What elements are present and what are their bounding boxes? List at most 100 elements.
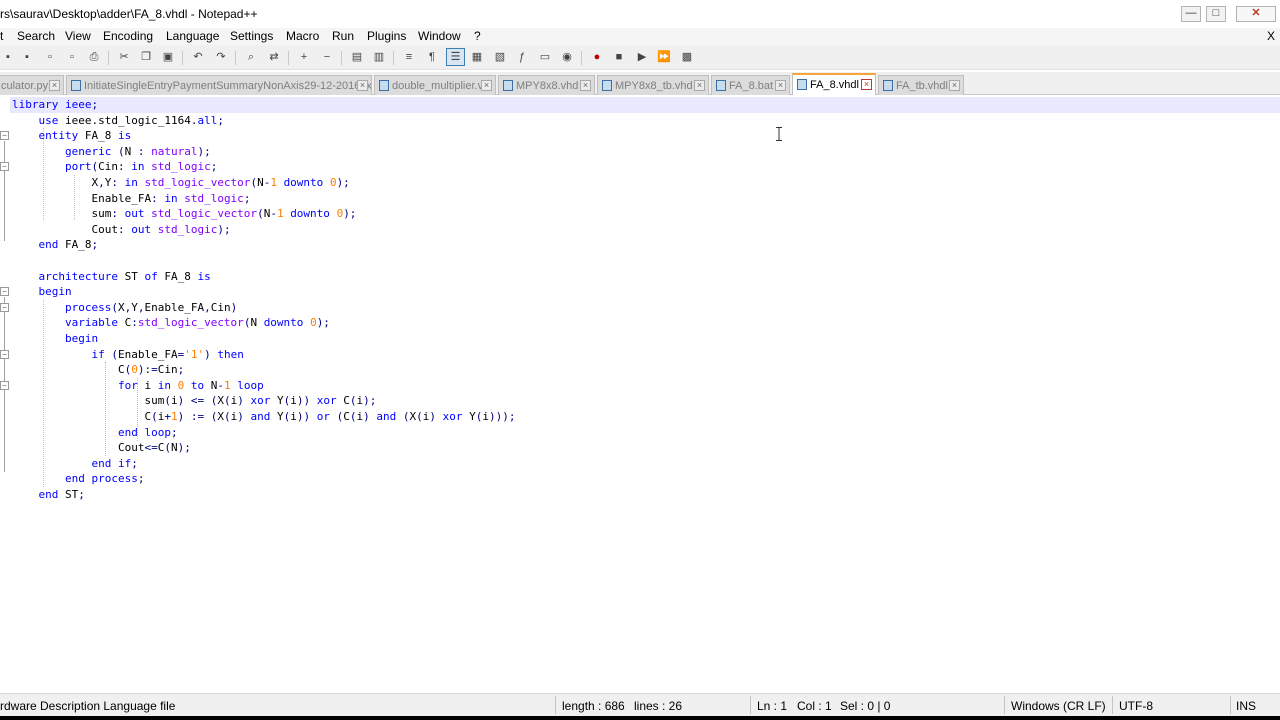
code-line[interactable]: for i in 0 to N-1 loop bbox=[12, 378, 264, 394]
zoom-out-icon[interactable]: − bbox=[319, 49, 335, 65]
code-line[interactable]: Cout: out std_logic); bbox=[12, 222, 230, 238]
minimize-button[interactable]: — bbox=[1181, 6, 1201, 22]
record-icon[interactable]: ● bbox=[589, 49, 605, 65]
code-line[interactable]: entity FA_8 is bbox=[12, 128, 132, 144]
fold-toggle-icon[interactable]: − bbox=[0, 381, 9, 390]
redo-icon[interactable]: ↷ bbox=[213, 49, 229, 65]
paste-icon[interactable]: ▣ bbox=[160, 49, 176, 65]
code-line[interactable]: end if; bbox=[12, 456, 137, 472]
status-encoding[interactable]: UTF-8 bbox=[1119, 699, 1153, 713]
code-line[interactable]: end process; bbox=[12, 471, 144, 487]
menu-search[interactable]: Search bbox=[17, 29, 55, 43]
code-line[interactable]: architecture ST of FA_8 is bbox=[12, 269, 211, 285]
code-line[interactable]: C(i+1) := (X(i) and Y(i)) or (C(i) and (… bbox=[12, 409, 515, 425]
all-chars-icon[interactable]: ¶ bbox=[424, 49, 440, 65]
tab-label: MPY8x8_tb.vhd bbox=[615, 80, 693, 92]
sync-v-icon[interactable]: ▤ bbox=[349, 49, 365, 65]
close-all-icon[interactable]: ▫ bbox=[64, 49, 80, 65]
tab-fa8-vhdl[interactable]: FA_8.vhdl × bbox=[792, 73, 876, 95]
function-list-icon[interactable]: ƒ bbox=[514, 49, 530, 65]
menu-run[interactable]: Run bbox=[332, 29, 354, 43]
tab-close-icon[interactable]: × bbox=[694, 80, 705, 91]
status-separator bbox=[1230, 696, 1231, 714]
stop-icon[interactable]: ■ bbox=[611, 49, 627, 65]
code-line[interactable]: process(X,Y,Enable_FA,Cin) bbox=[12, 300, 237, 316]
udl-icon[interactable]: ▦ bbox=[469, 49, 485, 65]
fold-toggle-icon[interactable]: − bbox=[0, 350, 9, 359]
tab-close-icon[interactable]: × bbox=[949, 80, 960, 91]
doc-map-icon[interactable]: ▧ bbox=[492, 49, 508, 65]
tab-close-icon[interactable]: × bbox=[481, 80, 492, 91]
menu-macro[interactable]: Macro bbox=[286, 29, 319, 43]
code-line[interactable]: sum(i) <= (X(i) xor Y(i)) xor C(i); bbox=[12, 393, 376, 409]
code-line[interactable]: variable C:std_logic_vector(N downto 0); bbox=[12, 315, 330, 331]
status-eol[interactable]: Windows (CR LF) bbox=[1011, 699, 1106, 713]
run-multiple-icon[interactable]: ⏩ bbox=[656, 49, 672, 65]
tab-close-icon[interactable]: × bbox=[49, 80, 60, 91]
menu-settings[interactable]: Settings bbox=[230, 29, 273, 43]
sync-h-icon[interactable]: ▥ bbox=[371, 49, 387, 65]
tab-close-icon[interactable]: × bbox=[775, 80, 786, 91]
code-line[interactable]: end ST; bbox=[12, 487, 85, 503]
copy-icon[interactable]: ❐ bbox=[138, 49, 154, 65]
menu-view[interactable]: View bbox=[65, 29, 91, 43]
code-token: Y bbox=[131, 300, 138, 314]
code-line[interactable]: X,Y: in std_logic_vector(N-1 downto 0); bbox=[12, 175, 349, 191]
replace-icon[interactable]: ⇄ bbox=[266, 49, 282, 65]
close-window-button[interactable]: ✕ bbox=[1236, 6, 1276, 22]
folder-workspace-icon[interactable]: ▭ bbox=[537, 49, 553, 65]
code-line[interactable]: sum: out std_logic_vector(N-1 downto 0); bbox=[12, 206, 356, 222]
tab-close-icon[interactable]: × bbox=[861, 79, 872, 90]
tab-initiate-txt[interactable]: InitiateSingleEntryPaymentSummaryNonAxis… bbox=[66, 75, 372, 95]
fold-toggle-icon[interactable]: − bbox=[0, 287, 9, 296]
save-all-icon[interactable]: ▪ bbox=[19, 49, 35, 65]
code-line[interactable]: end FA_8; bbox=[12, 237, 99, 253]
cut-icon[interactable]: ✂ bbox=[116, 49, 132, 65]
code-line[interactable]: Cout<=C(N); bbox=[12, 440, 191, 456]
tab-double-multiplier[interactable]: double_multiplier.v × bbox=[374, 75, 496, 95]
undo-icon[interactable]: ↶ bbox=[190, 49, 206, 65]
monitor-icon[interactable]: ◉ bbox=[559, 49, 575, 65]
tab-fa-tb-vhdl[interactable]: FA_tb.vhdl × bbox=[878, 75, 964, 95]
find-icon[interactable]: ⌕ bbox=[243, 49, 259, 65]
code-line[interactable]: library ieee; bbox=[12, 97, 98, 113]
indent-guide-icon[interactable]: ☰ bbox=[446, 48, 465, 66]
close-document-button[interactable]: X bbox=[1267, 29, 1275, 43]
save-icon[interactable]: ▪ bbox=[0, 49, 16, 65]
status-insert-mode[interactable]: INS bbox=[1236, 699, 1256, 713]
wrap-icon[interactable]: ≡ bbox=[401, 49, 417, 65]
code-line[interactable]: end loop; bbox=[12, 425, 178, 441]
close-icon[interactable]: ▫ bbox=[42, 49, 58, 65]
tab-close-icon[interactable]: × bbox=[580, 80, 591, 91]
code-line[interactable]: Enable_FA: in std_logic; bbox=[12, 191, 250, 207]
fold-toggle-icon[interactable]: − bbox=[0, 162, 9, 171]
tab-mpy8x8[interactable]: MPY8x8.vhd × bbox=[498, 75, 595, 95]
code-line[interactable]: begin bbox=[12, 284, 72, 300]
tab-fa8-bat[interactable]: FA_8.bat × bbox=[711, 75, 790, 95]
menu-help[interactable]: ? bbox=[474, 29, 481, 43]
play-icon[interactable]: ▶ bbox=[634, 49, 650, 65]
tab-mpy8x8-tb[interactable]: MPY8x8_tb.vhd × bbox=[597, 75, 709, 95]
code-line[interactable]: use ieee.std_logic_1164.all; bbox=[12, 113, 224, 129]
menu-language[interactable]: Language bbox=[166, 29, 219, 43]
fold-toggle-icon[interactable]: − bbox=[0, 131, 9, 140]
menu-window[interactable]: Window bbox=[418, 29, 461, 43]
code-line[interactable]: begin bbox=[12, 331, 98, 347]
code-line[interactable]: generic (N : natural); bbox=[12, 144, 211, 160]
menu-encoding[interactable]: Encoding bbox=[103, 29, 153, 43]
menu-plugins[interactable]: Plugins bbox=[367, 29, 406, 43]
code-line[interactable]: if (Enable_FA='1') then bbox=[12, 347, 243, 363]
fold-toggle-icon[interactable]: − bbox=[0, 303, 9, 312]
code-line[interactable]: port(Cin: in std_logic; bbox=[12, 159, 217, 175]
code-line[interactable]: C(0):=Cin; bbox=[12, 362, 184, 378]
fold-margin[interactable]: − − − − − − bbox=[0, 96, 10, 689]
save-macro-icon[interactable]: ▩ bbox=[679, 49, 695, 65]
code-token: ; bbox=[91, 98, 99, 111]
tab-close-icon[interactable]: × bbox=[357, 80, 368, 91]
code-editor[interactable]: − − − − − − library ieee; use ieee.std_l… bbox=[0, 96, 1280, 689]
zoom-in-icon[interactable]: + bbox=[296, 49, 312, 65]
menu-edit[interactable]: t bbox=[0, 29, 3, 43]
print-icon[interactable]: ⎙ bbox=[86, 49, 102, 65]
maximize-button[interactable]: □ bbox=[1206, 6, 1226, 22]
tab-calculator-py[interactable]: culator.py × bbox=[0, 75, 64, 95]
